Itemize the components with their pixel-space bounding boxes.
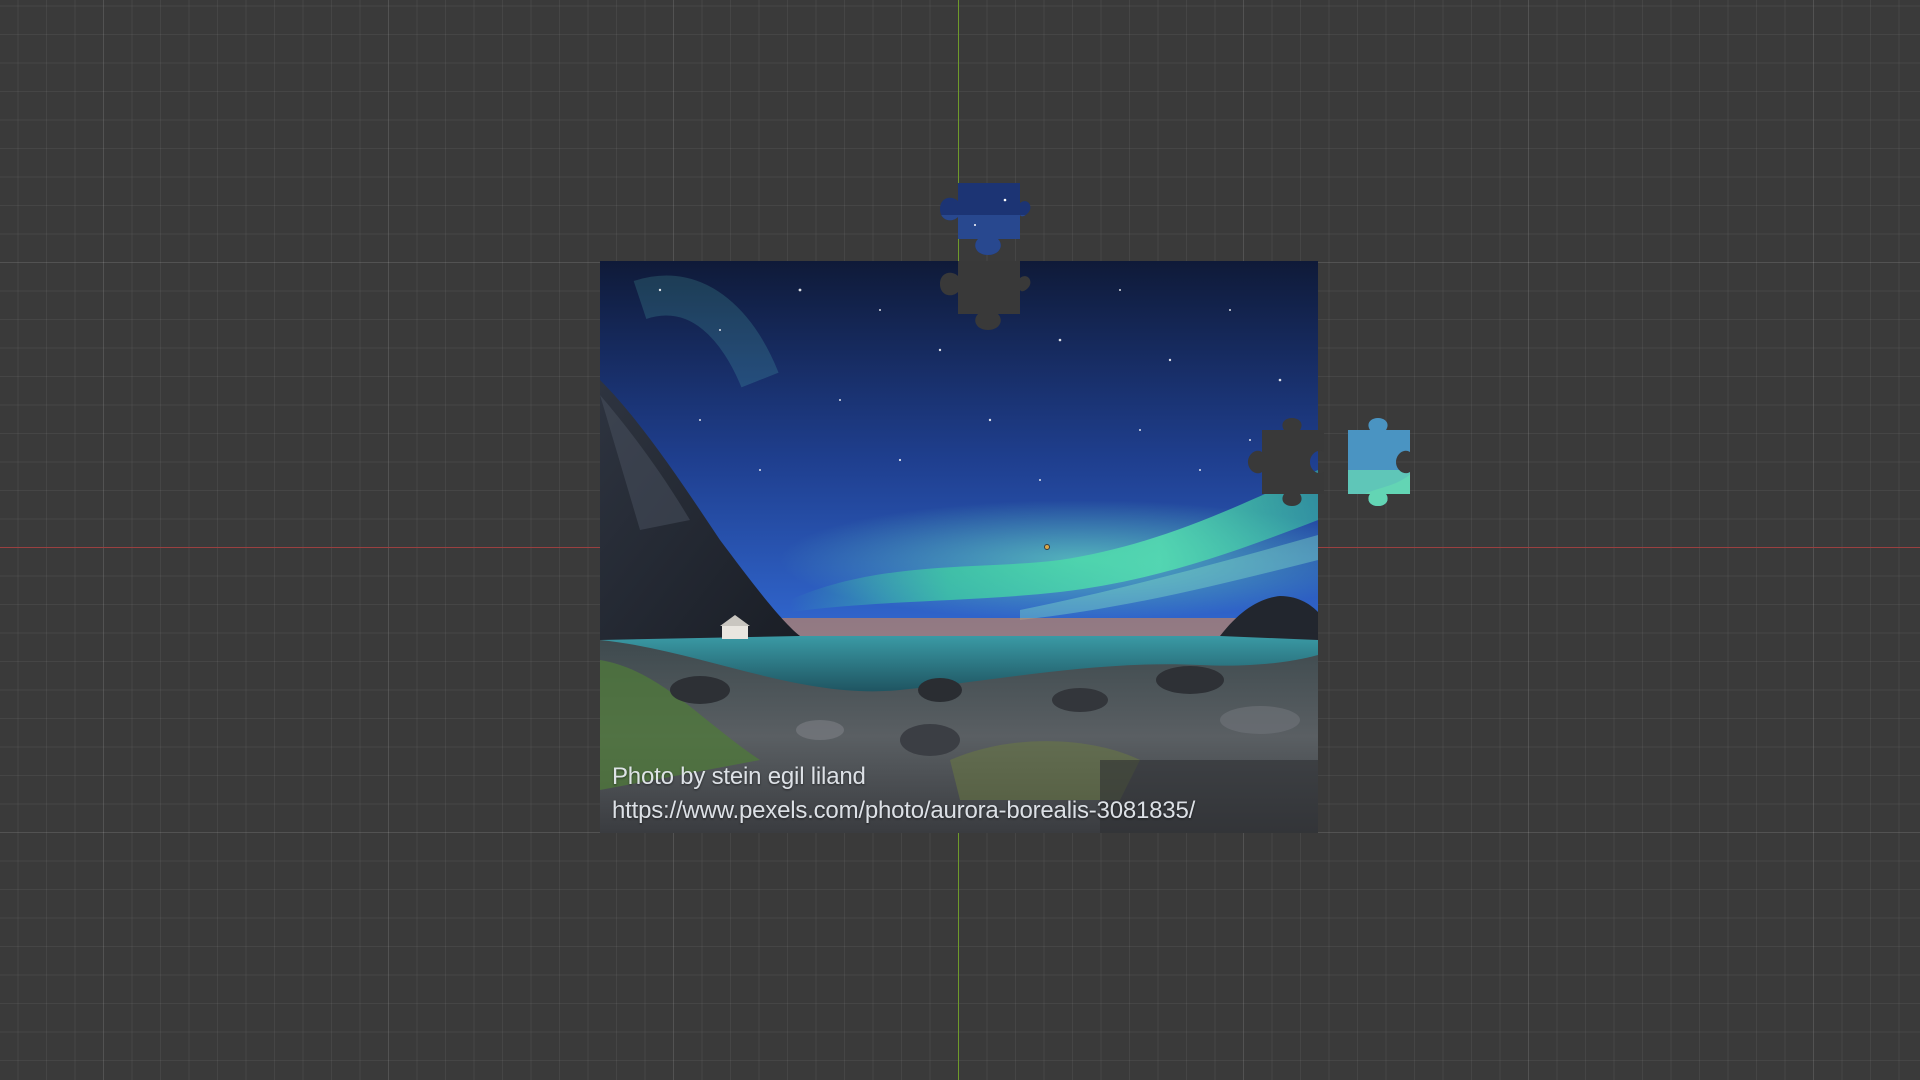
photo-source-url: https://www.pexels.com/photo/aurora-bore…: [612, 797, 1196, 824]
loose-piece-top[interactable]: [935, 175, 1035, 265]
origin-marker-icon: [1044, 544, 1050, 550]
photo-caption: Photo by stein egil liland https://www.p…: [612, 760, 1195, 828]
photo-credit: Photo by stein egil liland: [612, 763, 866, 790]
puzzle-scene: [600, 175, 1420, 833]
puzzle-board[interactable]: [600, 258, 1380, 833]
editor-viewport[interactable]: Photo by stein egil liland https://www.p…: [0, 0, 1920, 1080]
loose-piece-right[interactable]: [1340, 410, 1420, 510]
